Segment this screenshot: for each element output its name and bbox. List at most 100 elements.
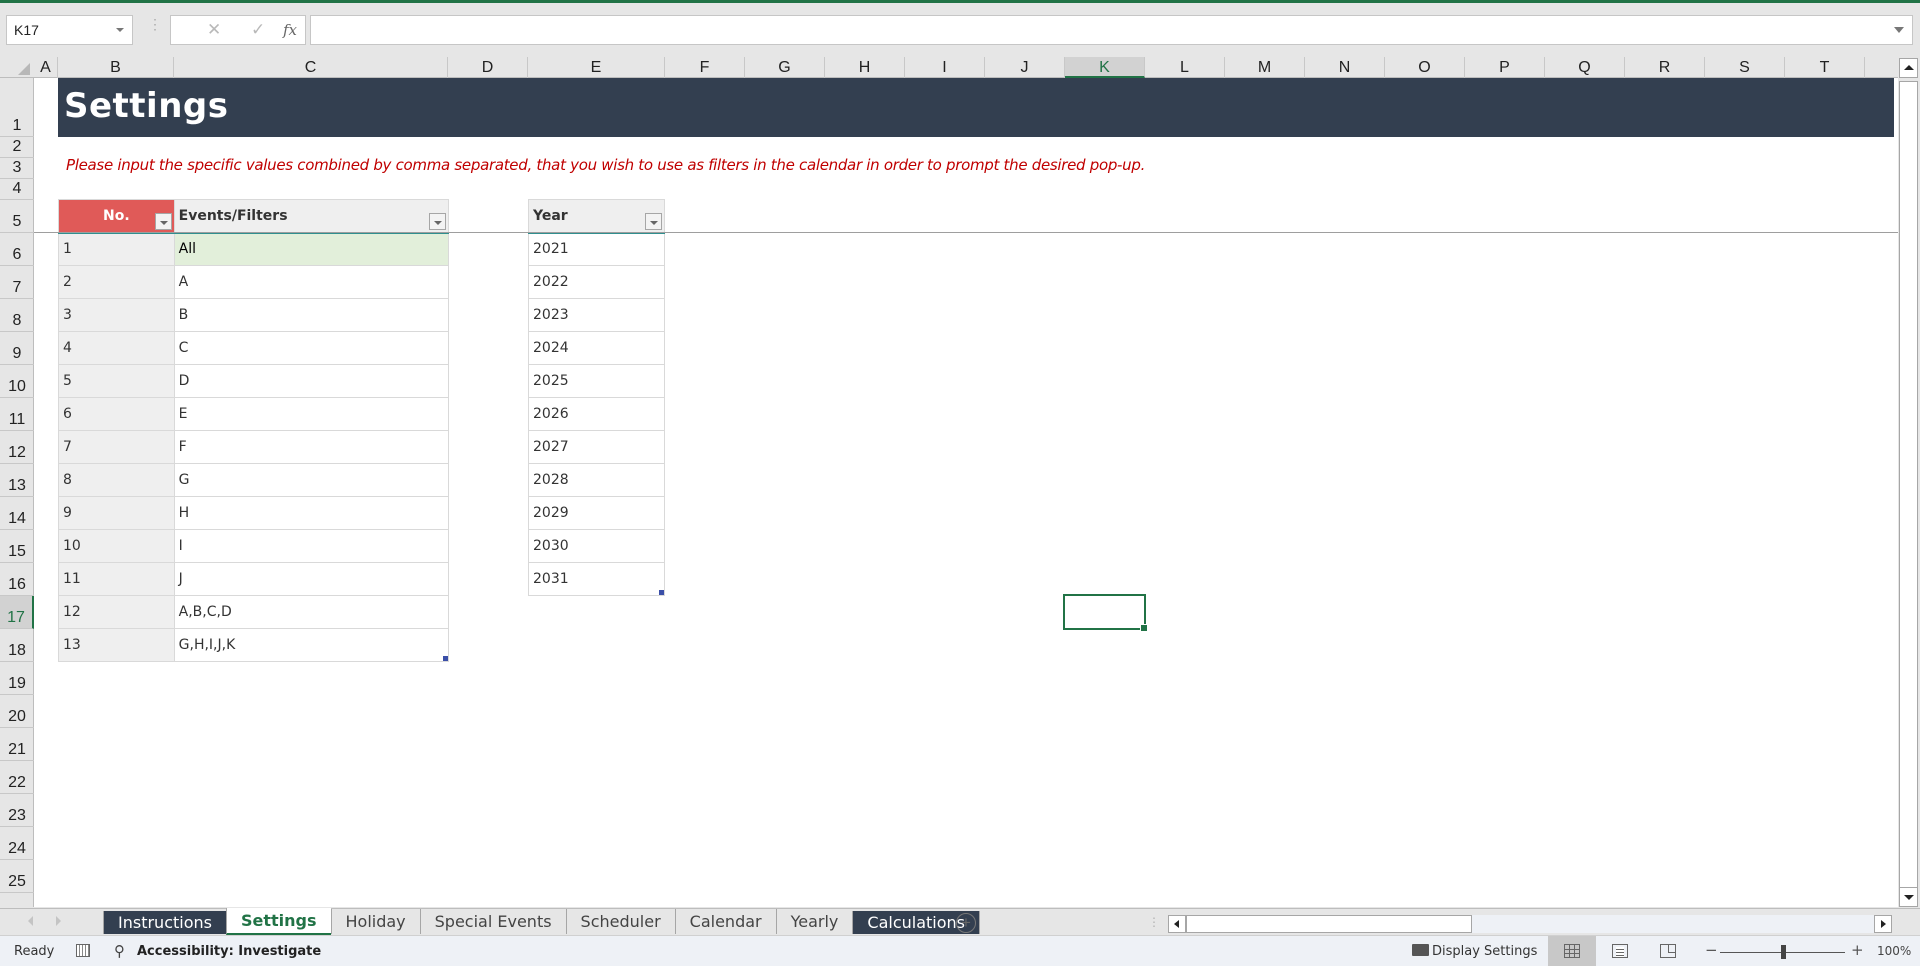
table-resize-handle[interactable] (443, 656, 448, 661)
column-header-c[interactable]: C (174, 57, 448, 78)
column-header-h[interactable]: H (825, 57, 905, 78)
spreadsheet-grid[interactable]: ABCDEFGHIJKLMNOPQRST 1 2 3 4 5 6 7 8 9 10 11 12 13 14… (0, 57, 1898, 907)
filter-dropdown-icon[interactable] (645, 212, 662, 230)
event-number-cell[interactable]: 13 (58, 628, 175, 662)
year-cell[interactable]: 2026 (528, 397, 665, 431)
next-sheet-icon[interactable] (56, 916, 61, 926)
event-number-cell[interactable]: 9 (58, 496, 175, 530)
row-header-9[interactable]: 9 (0, 332, 34, 365)
column-header-no[interactable]: No. (58, 199, 175, 234)
row-header-3[interactable]: 3 (0, 158, 34, 179)
scroll-right-icon[interactable] (1874, 915, 1892, 933)
enter-icon[interactable]: ✓ (251, 20, 265, 40)
event-filter-cell[interactable]: G,H,I,J,K (173, 628, 450, 662)
event-number-cell[interactable]: 4 (58, 331, 175, 365)
event-number-cell[interactable]: 6 (58, 397, 175, 431)
column-header-k[interactable]: K (1065, 57, 1145, 78)
column-header-e[interactable]: E (528, 57, 665, 78)
tab-split-handle-icon[interactable]: ⋮ (1148, 915, 1160, 929)
sheet-tab-special-events[interactable]: Special Events (419, 909, 566, 934)
sheet-tab-holiday[interactable]: Holiday (330, 909, 420, 934)
formula-bar-grip-icon[interactable]: ⋮ (148, 17, 162, 39)
zoom-slider-thumb[interactable] (1780, 945, 1786, 959)
event-filter-cell[interactable]: I (173, 529, 450, 563)
column-header-s[interactable]: S (1705, 57, 1785, 78)
event-filter-cell[interactable]: D (173, 364, 450, 398)
cell-area[interactable]: Settings Please input the specific value… (34, 78, 1898, 907)
row-header-1[interactable]: 1 (0, 78, 34, 137)
row-header-13[interactable]: 13 (0, 464, 34, 497)
year-cell[interactable]: 2028 (528, 463, 665, 497)
expand-formula-bar-icon[interactable] (1894, 27, 1904, 33)
column-header-p[interactable]: P (1465, 57, 1545, 78)
year-cell[interactable]: 2029 (528, 496, 665, 530)
row-header-8[interactable]: 8 (0, 299, 34, 332)
row-header-4[interactable]: 4 (0, 179, 34, 200)
column-header-j[interactable]: J (985, 57, 1065, 78)
row-header-11[interactable]: 11 (0, 398, 34, 431)
column-header-r[interactable]: R (1625, 57, 1705, 78)
event-filter-cell[interactable]: All (173, 232, 450, 266)
row-header-12[interactable]: 12 (0, 431, 34, 464)
row-header-10[interactable]: 10 (0, 365, 34, 398)
scroll-left-icon[interactable] (1168, 915, 1186, 933)
year-cell[interactable]: 2031 (528, 562, 665, 596)
vertical-scrollbar[interactable] (1898, 57, 1920, 908)
column-header-a[interactable]: A (34, 57, 58, 78)
year-cell[interactable]: 2024 (528, 331, 665, 365)
row-header-25[interactable]: 25 (0, 860, 34, 893)
column-header-t[interactable]: T (1785, 57, 1865, 78)
scroll-up-icon[interactable] (1899, 58, 1918, 78)
row-header-15[interactable]: 15 (0, 530, 34, 563)
row-header-24[interactable]: 24 (0, 827, 34, 860)
year-cell[interactable]: 2025 (528, 364, 665, 398)
insert-function-icon[interactable]: fx (283, 21, 297, 39)
event-filter-cell[interactable]: H (173, 496, 450, 530)
row-header-23[interactable]: 23 (0, 794, 34, 827)
column-header-d[interactable]: D (448, 57, 528, 78)
row-header-7[interactable]: 7 (0, 266, 34, 299)
sheet-tab-settings[interactable]: Settings (225, 908, 331, 935)
row-header-6[interactable]: 6 (0, 233, 34, 266)
event-filter-cell[interactable]: A,B,C,D (173, 595, 450, 629)
page-break-preview-button[interactable] (1644, 936, 1692, 966)
event-number-cell[interactable]: 2 (58, 265, 175, 299)
sheet-tab-calendar[interactable]: Calendar (674, 909, 776, 934)
sheet-tab-instructions[interactable]: Instructions (103, 911, 226, 934)
column-header-o[interactable]: O (1385, 57, 1465, 78)
event-filter-cell[interactable]: F (173, 430, 450, 464)
event-number-cell[interactable]: 7 (58, 430, 175, 464)
row-header-16[interactable]: 16 (0, 563, 34, 596)
row-header-2[interactable]: 2 (0, 137, 34, 158)
chevron-down-icon[interactable] (116, 28, 124, 32)
row-header-17[interactable]: 17 (0, 596, 34, 629)
event-filter-cell[interactable]: G (173, 463, 450, 497)
macro-recording-icon[interactable] (76, 944, 90, 957)
row-header-14[interactable]: 14 (0, 497, 34, 530)
event-filter-cell[interactable]: J (173, 562, 450, 596)
column-header-f[interactable]: F (665, 57, 745, 78)
zoom-out-button[interactable]: − (1705, 941, 1718, 959)
event-number-cell[interactable]: 12 (58, 595, 175, 629)
previous-sheet-icon[interactable] (28, 916, 33, 926)
column-header-b[interactable]: B (58, 57, 174, 78)
accessibility-status[interactable]: Accessibility: Investigate (137, 944, 321, 959)
row-header-21[interactable]: 21 (0, 728, 34, 761)
scroll-down-icon[interactable] (1899, 887, 1918, 907)
row-header-18[interactable]: 18 (0, 629, 34, 662)
year-cell[interactable]: 2023 (528, 298, 665, 332)
sheet-tab-scheduler[interactable]: Scheduler (565, 909, 675, 934)
filter-dropdown-icon[interactable] (429, 212, 446, 230)
add-sheet-icon[interactable]: + (956, 913, 976, 933)
event-number-cell[interactable]: 10 (58, 529, 175, 563)
page-layout-view-button[interactable] (1596, 936, 1644, 966)
table-resize-handle[interactable] (659, 590, 664, 595)
filter-dropdown-icon[interactable] (154, 212, 172, 230)
active-cell-k17[interactable] (1063, 594, 1148, 632)
row-header-20[interactable]: 20 (0, 695, 34, 728)
year-cell[interactable]: 2021 (528, 232, 665, 266)
event-number-cell[interactable]: 3 (58, 298, 175, 332)
column-header-events[interactable]: Events/Filters (173, 199, 450, 234)
row-header-22[interactable]: 22 (0, 761, 34, 794)
name-box[interactable]: K17 (6, 15, 133, 45)
